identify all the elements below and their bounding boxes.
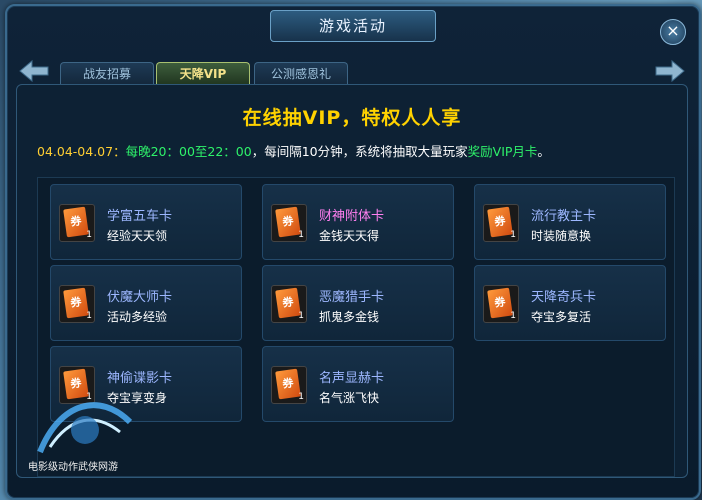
prev-arrow-icon[interactable] [18, 58, 50, 84]
coupon-card-icon: 券 1 [483, 204, 519, 242]
window-title: 游戏活动 [270, 10, 436, 42]
card-name: 学富五车卡 [107, 209, 173, 224]
activity-headline: 在线抽VIP，特权人人享 [242, 107, 462, 129]
card-item[interactable]: 券 1 天降奇兵卡 夺宝多复活 [474, 265, 666, 341]
card-item[interactable]: 券 1 恶魔猎手卡 抓鬼多金钱 [262, 265, 454, 341]
coupon-card-icon: 券 1 [59, 204, 95, 242]
item-quantity: 1 [86, 311, 92, 321]
event-dates: 04.04-04.07： [37, 144, 126, 159]
event-text-end: 。 [537, 144, 550, 159]
card-desc: 金钱天天得 [319, 229, 380, 243]
card-name: 伏魔大师卡 [107, 290, 173, 305]
coupon-glyph: 券 [487, 206, 513, 238]
coupon-card-icon: 券 1 [59, 285, 95, 323]
event-reward: 奖励VIP月卡 [467, 144, 538, 159]
card-desc: 抓鬼多金钱 [319, 310, 380, 324]
card-item[interactable]: 券 1 名声显赫卡 名气涨飞快 [262, 346, 454, 422]
close-button[interactable]: × [660, 19, 686, 45]
card-desc: 名气涨飞快 [319, 391, 380, 405]
card-name: 财神附体卡 [319, 209, 385, 224]
coupon-glyph: 券 [275, 287, 301, 319]
card-name: 流行教主卡 [531, 209, 597, 224]
card-item[interactable]: 券 1 财神附体卡 金钱天天得 [262, 184, 454, 260]
card-desc: 时装随意换 [531, 229, 592, 243]
coupon-card-icon: 券 1 [483, 285, 519, 323]
coupon-card-icon: 券 1 [271, 366, 307, 404]
coupon-glyph: 券 [487, 287, 513, 319]
coupon-glyph: 券 [275, 368, 301, 400]
card-desc: 经验天天领 [107, 229, 168, 243]
card-item[interactable]: 券 1 学富五车卡 经验天天领 [50, 184, 242, 260]
card-name: 恶魔猎手卡 [319, 290, 385, 305]
item-quantity: 1 [510, 230, 516, 240]
event-text: ，每间隔10分钟，系统将抽取大量玩家 [251, 144, 468, 159]
tab-vip[interactable]: 天降VIP [156, 62, 250, 85]
item-quantity: 1 [86, 230, 92, 240]
card-name: 名声显赫卡 [319, 371, 385, 386]
next-arrow-icon[interactable] [654, 58, 686, 84]
card-item[interactable]: 券 1 流行教主卡 时装随意换 [474, 184, 666, 260]
item-quantity: 1 [298, 230, 304, 240]
card-name: 天降奇兵卡 [531, 290, 597, 305]
tab-thanks-gift[interactable]: 公测感恩礼 [254, 62, 348, 85]
card-desc: 活动多经验 [107, 310, 168, 324]
item-quantity: 1 [298, 311, 304, 321]
card-name: 神偷谍影卡 [107, 371, 173, 386]
item-quantity: 1 [510, 311, 516, 321]
activity-info: 04.04-04.07：每晚20：00至22：00，每间隔10分钟，系统将抽取大… [37, 141, 550, 160]
event-time: 每晚20：00至22：00 [125, 144, 252, 159]
coupon-glyph: 券 [63, 287, 89, 319]
coupon-card-icon: 券 1 [271, 285, 307, 323]
game-logo [37, 402, 133, 454]
coupon-card-icon: 券 1 [271, 204, 307, 242]
item-quantity: 1 [298, 392, 304, 402]
coupon-glyph: 券 [63, 206, 89, 238]
coupon-glyph: 券 [275, 206, 301, 238]
card-desc: 夺宝多复活 [531, 310, 592, 324]
card-item[interactable]: 券 1 伏魔大师卡 活动多经验 [50, 265, 242, 341]
game-tagline: 电影级动作武侠网游 [28, 462, 118, 473]
tab-recruit[interactable]: 战友招募 [60, 62, 154, 85]
